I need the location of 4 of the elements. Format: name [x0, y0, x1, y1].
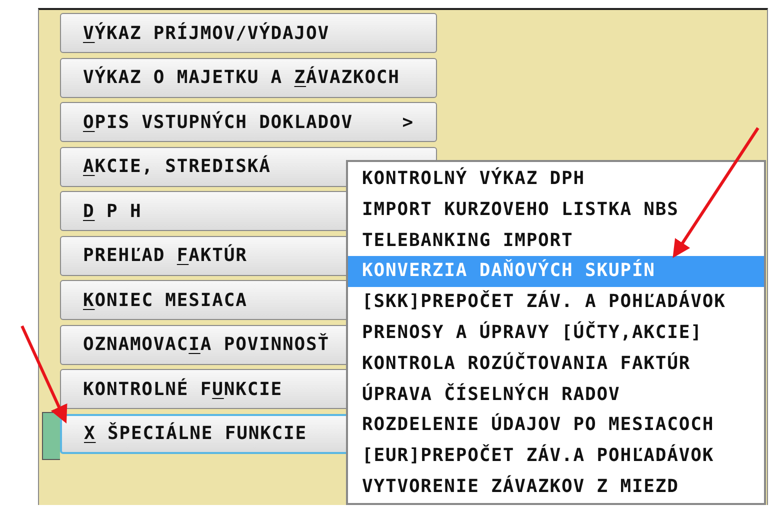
menu-button[interactable]: OPIS VSTUPNÝCH DOKLADOV >: [60, 102, 437, 142]
menu-button[interactable]: VÝKAZ O MAJETKU A ZÁVAZKOCH: [60, 58, 437, 98]
menu-button[interactable]: VÝKAZ PRÍJMOV/VÝDAJOV: [60, 13, 437, 53]
submenu-item[interactable]: VYTVORENIE ZÁVAZKOV Z MIEZD: [348, 472, 764, 503]
